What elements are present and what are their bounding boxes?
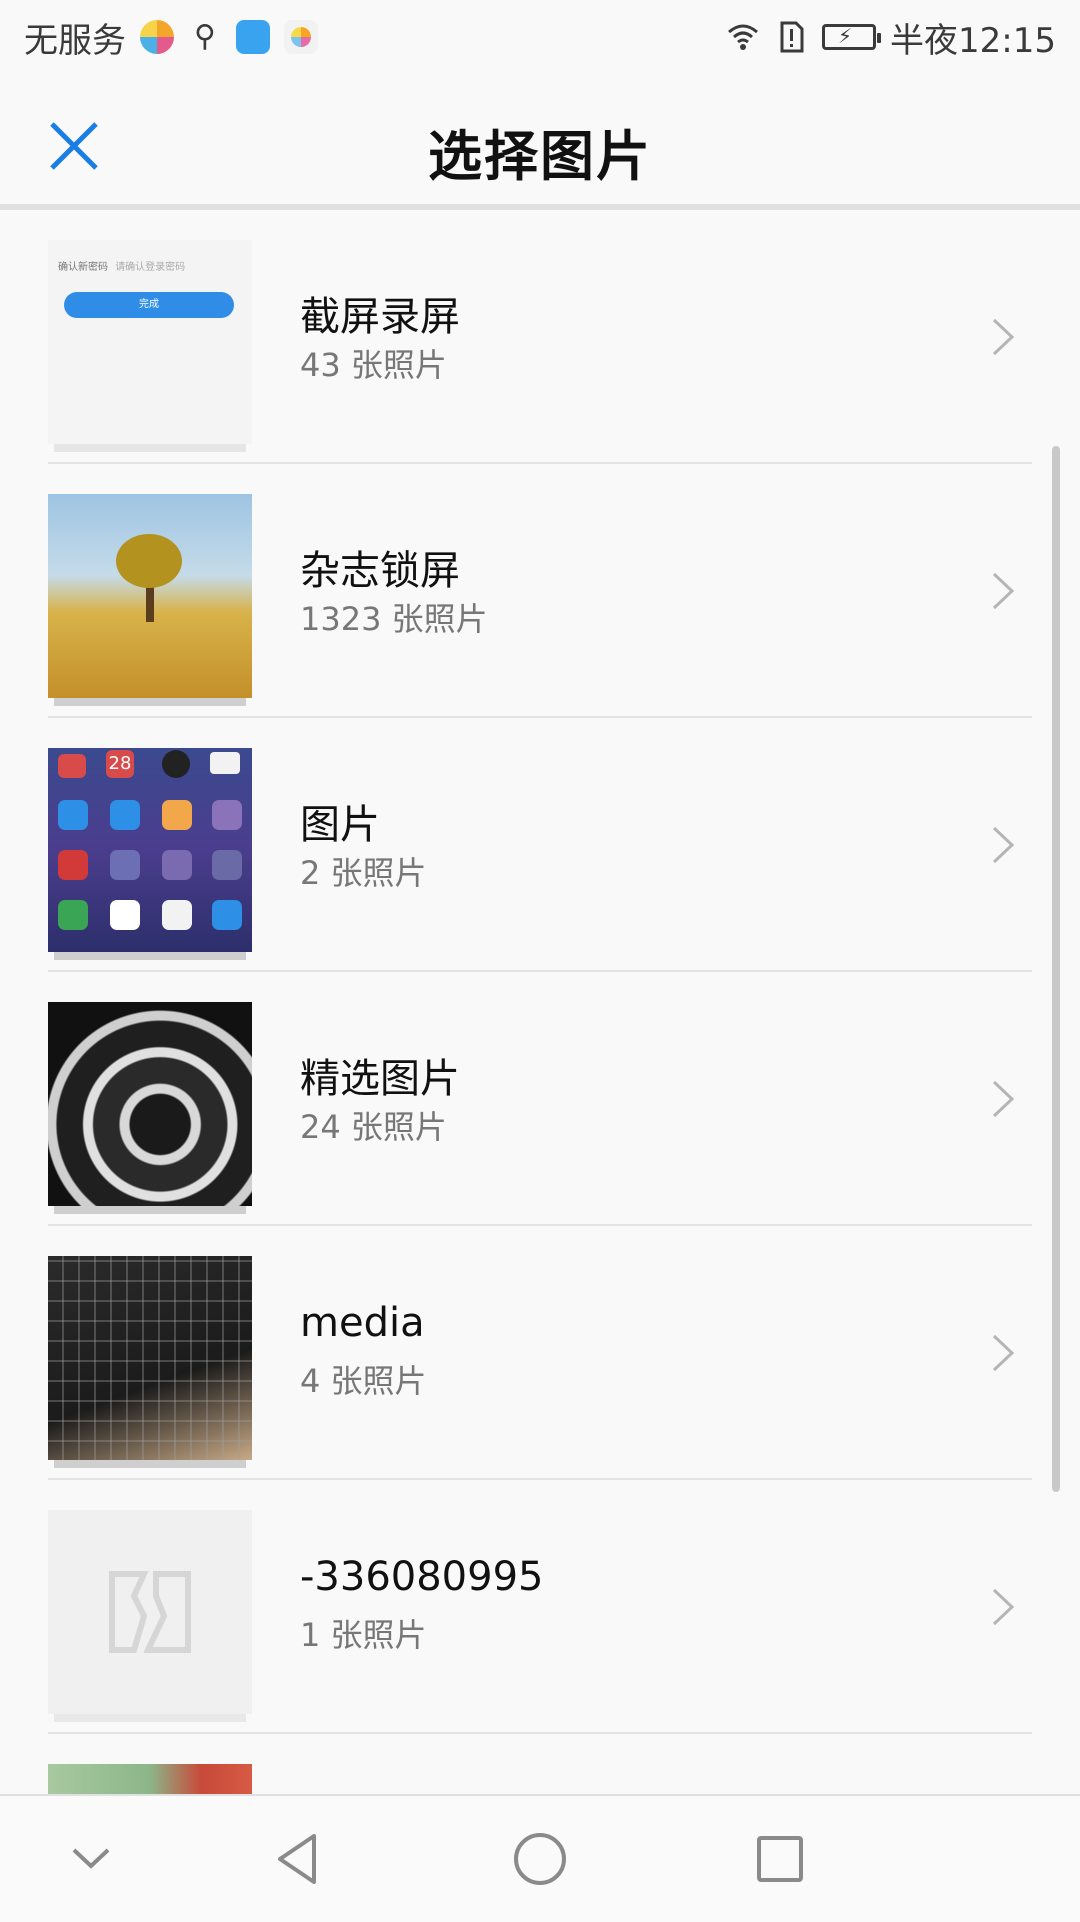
thumb-date: 28 xyxy=(106,750,134,778)
album-count: 2 张照片 xyxy=(300,854,427,892)
album-count: 4 张照片 xyxy=(300,1362,427,1400)
recents-icon[interactable] xyxy=(745,1824,815,1894)
clock: 半夜12:15 xyxy=(890,20,1056,61)
stack-shadow xyxy=(54,444,246,452)
album-item-336080995[interactable]: -336080995 1 张照片 xyxy=(0,1480,1080,1734)
album-thumbnail: 28 xyxy=(48,748,252,952)
album-name: -336080995 xyxy=(300,1554,544,1600)
album-item-magazine-lock[interactable]: 杂志锁屏 1323 张照片 xyxy=(0,464,1080,718)
album-thumbnail xyxy=(48,1002,252,1206)
album-list: 确认新密码 请确认登录密码 完成 截屏录屏 43 张照片 杂志锁屏 1323 张… xyxy=(0,210,1080,1794)
page-title: 选择图片 xyxy=(428,125,652,188)
chevron-right-icon xyxy=(992,572,1015,610)
system-nav-bar xyxy=(0,1794,1080,1922)
album-name: 截屏录屏 xyxy=(300,294,460,340)
album-item-media[interactable]: media 4 张照片 xyxy=(0,1226,1080,1480)
album-thumbnail xyxy=(48,1256,252,1460)
album-name: media xyxy=(300,1300,425,1346)
wifi-icon xyxy=(728,24,758,50)
stack-shadow xyxy=(54,1206,246,1214)
status-bar: 无服务 ⚲ ⚡ 半夜12:15 xyxy=(0,0,1080,74)
stack-shadow xyxy=(54,1714,246,1722)
thumb-label: 确认新密码 xyxy=(58,262,108,273)
back-icon[interactable] xyxy=(264,1824,334,1894)
album-thumbnail xyxy=(48,1764,252,1794)
album-count: 24 张照片 xyxy=(300,1108,447,1146)
album-thumbnail xyxy=(48,494,252,698)
gallery-app-icon xyxy=(284,20,318,54)
album-thumbnail xyxy=(48,1510,252,1714)
album-count: 1 张照片 xyxy=(300,1616,427,1654)
usb-icon: ⚲ xyxy=(194,19,216,54)
album-name: 精选图片 xyxy=(300,1056,460,1102)
chevron-right-icon xyxy=(992,826,1015,864)
stack-shadow xyxy=(54,1460,246,1468)
album-item-pictures[interactable]: 28 图片 2 张照片 xyxy=(0,718,1080,972)
cloud-app-icon xyxy=(236,20,270,54)
carrier-label: 无服务 xyxy=(24,20,126,61)
album-item-featured[interactable]: 精选图片 24 张照片 xyxy=(0,972,1080,1226)
top-app-bar: 选择图片 xyxy=(0,74,1080,210)
album-item-screenshots[interactable]: 确认新密码 请确认登录密码 完成 截屏录屏 43 张照片 xyxy=(0,210,1080,464)
stack-shadow xyxy=(54,952,246,960)
chevron-right-icon xyxy=(992,318,1015,356)
rainbow-app-icon xyxy=(140,20,174,54)
alert-sim-icon xyxy=(780,21,804,53)
thumb-placeholder: 请确认登录密码 xyxy=(115,262,186,273)
scrollbar[interactable] xyxy=(1052,446,1060,1492)
album-name: 杂志锁屏 xyxy=(300,548,460,594)
chevron-right-icon xyxy=(992,1588,1015,1626)
image-placeholder-icon xyxy=(109,1571,191,1653)
home-icon[interactable] xyxy=(505,1824,575,1894)
album-count: 1323 张照片 xyxy=(300,600,488,638)
album-count: 43 张照片 xyxy=(300,346,447,384)
album-thumbnail: 确认新密码 请确认登录密码 完成 xyxy=(48,240,252,444)
collapse-down-icon[interactable] xyxy=(56,1824,126,1894)
stack-shadow xyxy=(54,698,246,706)
chevron-right-icon xyxy=(992,1334,1015,1372)
chevron-right-icon xyxy=(992,1080,1015,1118)
status-left: 无服务 ⚲ xyxy=(24,13,318,62)
thumb-button: 完成 xyxy=(64,292,234,318)
album-name: 图片 xyxy=(300,802,380,848)
battery-charging-icon: ⚡ xyxy=(822,24,882,50)
status-right: ⚡ 半夜12:15 xyxy=(726,13,1056,62)
album-item-partial[interactable] xyxy=(0,1734,1080,1794)
